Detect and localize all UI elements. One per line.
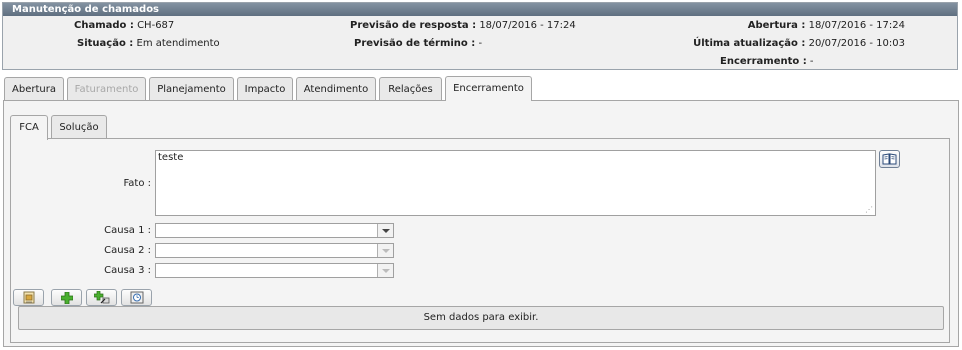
ultima-atualizacao-info: Última atualização : 20/07/2016 - 10:03 bbox=[693, 38, 905, 49]
tab-planejamento[interactable]: Planejamento bbox=[149, 77, 234, 100]
causes-grid: Sem dados para exibir. bbox=[18, 306, 944, 330]
causa2-select[interactable] bbox=[155, 243, 394, 258]
chamado-info: Chamado : CH-687 bbox=[74, 20, 174, 31]
add-edit-button[interactable] bbox=[86, 289, 117, 306]
select-items-button[interactable] bbox=[13, 289, 44, 306]
add-button[interactable] bbox=[51, 289, 82, 306]
chamado-value: CH-687 bbox=[137, 20, 175, 31]
ultima-atualizacao-label: Última atualização : bbox=[693, 38, 806, 49]
encerramento-value: - bbox=[809, 56, 814, 67]
causa3-select[interactable] bbox=[155, 263, 394, 278]
causa2-label: Causa 2 : bbox=[104, 245, 151, 256]
book-icon bbox=[882, 153, 897, 165]
previsao-resposta-value: 18/07/2016 - 17:24 bbox=[479, 20, 576, 31]
tab-atendimento[interactable]: Atendimento bbox=[296, 77, 376, 100]
resize-grip-icon[interactable]: ⋰ bbox=[865, 205, 873, 214]
abertura-info: Abertura : 18/07/2016 - 17:24 bbox=[748, 20, 905, 31]
chevron-down-icon[interactable] bbox=[377, 224, 393, 237]
add-edit-icon bbox=[93, 291, 109, 304]
fato-label: Fato : bbox=[123, 178, 151, 189]
ticket-info-panel: Manutenção de chamados bbox=[2, 2, 958, 70]
tab-abertura[interactable]: Abertura bbox=[4, 77, 64, 100]
previsao-resposta-info: Previsão de resposta : 18/07/2016 - 17:2… bbox=[350, 20, 576, 31]
subtab-solucao[interactable]: Solução bbox=[51, 115, 107, 138]
abertura-label: Abertura : bbox=[747, 20, 806, 31]
chamado-label: Chamado : bbox=[74, 20, 134, 31]
history-button[interactable] bbox=[121, 289, 152, 306]
previsao-termino-value: - bbox=[478, 38, 483, 49]
plus-icon bbox=[60, 291, 73, 304]
situacao-label: Situação : bbox=[77, 38, 134, 49]
encerramento-label: Encerramento : bbox=[720, 56, 807, 67]
chevron-down-icon[interactable] bbox=[377, 244, 393, 257]
previsao-termino-label: Previsão de término : bbox=[354, 38, 476, 49]
ultima-atualizacao-value: 20/07/2016 - 10:03 bbox=[808, 38, 905, 49]
causa1-select[interactable] bbox=[155, 223, 394, 238]
fato-textarea[interactable]: teste ⋰ bbox=[155, 150, 876, 216]
subtab-fca[interactable]: FCA bbox=[10, 115, 48, 140]
encerramento-info: Encerramento : - bbox=[720, 56, 814, 67]
folder-icon bbox=[23, 291, 34, 304]
situacao-info: Situação : Em atendimento bbox=[77, 38, 220, 49]
previsao-resposta-label: Previsão de resposta : bbox=[350, 20, 477, 31]
tab-encerramento[interactable]: Encerramento bbox=[445, 76, 532, 101]
tab-relacoes[interactable]: Relações bbox=[379, 77, 442, 100]
tab-impacto[interactable]: Impacto bbox=[237, 77, 293, 100]
tab-faturamento: Faturamento bbox=[67, 77, 146, 100]
previsao-termino-info: Previsão de término : - bbox=[354, 38, 482, 49]
causa3-label: Causa 3 : bbox=[104, 265, 151, 276]
causa1-label: Causa 1 : bbox=[104, 225, 151, 236]
grid-empty-message: Sem dados para exibir. bbox=[423, 312, 539, 323]
abertura-value: 18/07/2016 - 17:24 bbox=[808, 20, 905, 31]
fato-value: teste bbox=[158, 152, 184, 163]
knowledge-base-button[interactable] bbox=[879, 150, 900, 168]
clock-icon bbox=[130, 291, 143, 304]
chevron-down-icon[interactable] bbox=[377, 264, 393, 277]
panel-title: Manutenção de chamados bbox=[3, 3, 957, 16]
situacao-value: Em atendimento bbox=[136, 38, 220, 49]
